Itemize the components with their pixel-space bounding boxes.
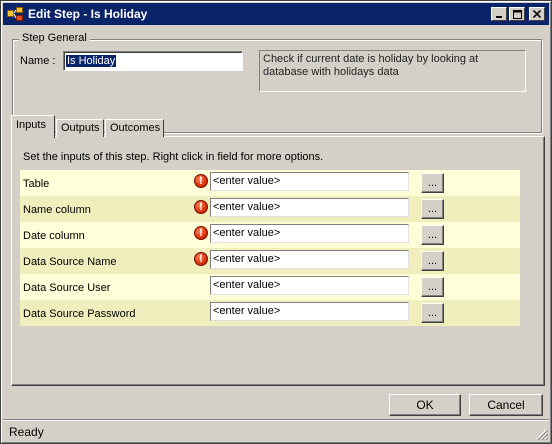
required-warning-icon: ! [194, 226, 208, 240]
minimize-button[interactable] [491, 7, 507, 21]
input-row-label: Date column [23, 230, 85, 242]
required-warning-icon: ! [194, 200, 208, 214]
browse-button[interactable]: ... [421, 303, 444, 323]
required-warning-icon: ! [194, 252, 208, 266]
input-row-label: Data Source Password [23, 308, 136, 320]
browse-button[interactable]: ... [421, 199, 444, 219]
close-icon [533, 10, 541, 18]
maximize-button[interactable] [509, 7, 525, 21]
input-row-data-source-name: Data Source Name ! <enter value> ... [20, 248, 520, 274]
input-row-value[interactable]: <enter value> [210, 198, 409, 217]
maximize-icon [512, 9, 522, 19]
input-row-value[interactable]: <enter value> [210, 250, 409, 269]
tab-outcomes[interactable]: Outcomes [105, 119, 164, 137]
input-row-table: Table ! <enter value> ... [20, 170, 520, 196]
status-separator [3, 419, 549, 421]
title-bar[interactable]: Edit Step - Is Holiday [3, 3, 549, 25]
browse-button[interactable]: ... [421, 251, 444, 271]
inputs-hint: Set the inputs of this step. Right click… [23, 151, 324, 163]
input-row-data-source-user: Data Source User <enter value> ... [20, 274, 520, 300]
input-row-date-column: Date column ! <enter value> ... [20, 222, 520, 248]
input-row-label: Data Source Name [23, 256, 117, 268]
workflow-step-icon [7, 7, 23, 21]
step-general-label: Step General [19, 32, 90, 44]
input-row-value[interactable]: <enter value> [210, 172, 409, 191]
input-row-label: Name column [23, 204, 91, 216]
name-input[interactable]: Is Holiday [63, 51, 243, 71]
ok-button[interactable]: OK [389, 394, 461, 416]
input-row-label: Table [23, 178, 50, 190]
browse-button[interactable]: ... [421, 277, 444, 297]
name-input-value: Is Holiday [66, 55, 117, 67]
tab-outputs[interactable]: Outputs [56, 119, 104, 137]
resize-grip-icon[interactable] [536, 428, 548, 440]
browse-button[interactable]: ... [421, 225, 444, 245]
input-row-label: Data Source User [23, 282, 111, 294]
status-text: Ready [9, 425, 44, 439]
step-description[interactable]: Check if current date is holiday by look… [259, 50, 526, 92]
name-label: Name : [20, 55, 56, 67]
required-warning-icon: ! [194, 174, 208, 188]
cancel-button[interactable]: Cancel [469, 394, 543, 416]
inputs-grid: Table ! <enter value> ... Name column ! … [20, 170, 520, 326]
input-row-value[interactable]: <enter value> [210, 224, 409, 243]
minimize-icon [496, 16, 502, 18]
browse-button[interactable]: ... [421, 173, 444, 193]
tab-inputs[interactable]: Inputs [11, 115, 55, 138]
input-row-value[interactable]: <enter value> [210, 302, 409, 321]
input-row-name-column: Name column ! <enter value> ... [20, 196, 520, 222]
window-title: Edit Step - Is Holiday [28, 7, 148, 21]
edit-step-dialog: Edit Step - Is Holiday Step General Name… [0, 0, 552, 444]
input-row-data-source-password: Data Source Password <enter value> ... [20, 300, 520, 326]
input-row-value[interactable]: <enter value> [210, 276, 409, 295]
close-button[interactable] [529, 7, 545, 21]
